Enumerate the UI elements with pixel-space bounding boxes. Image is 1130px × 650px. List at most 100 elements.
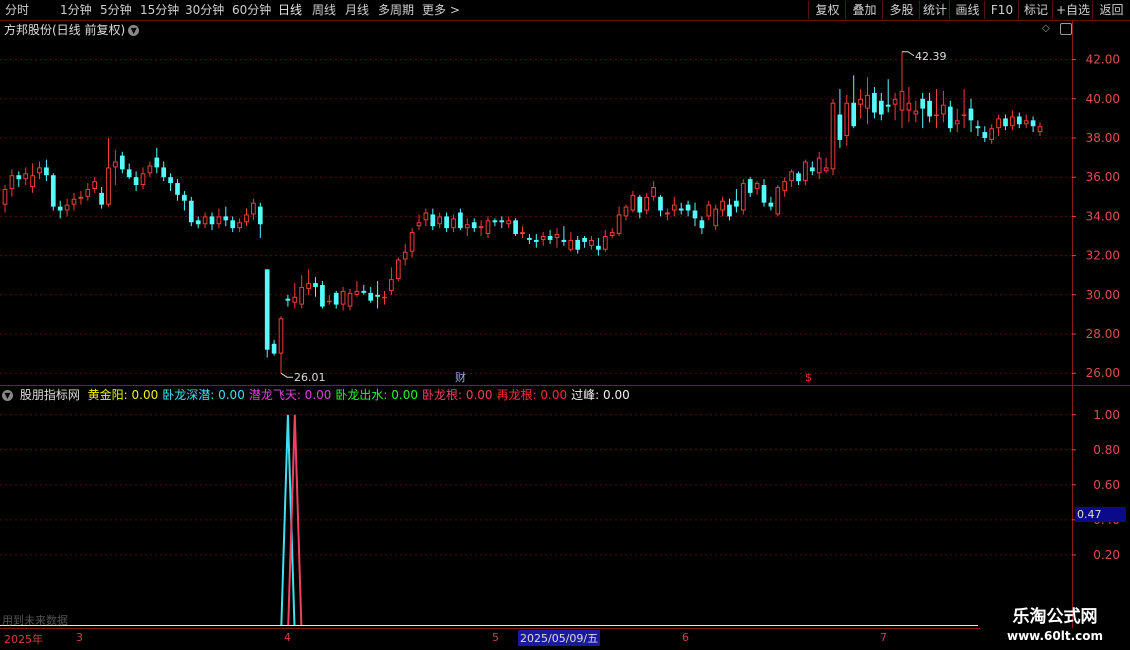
- candle-body: [844, 102, 850, 137]
- indicator-item-0: 黄金阳: 0.00: [87, 388, 159, 402]
- candle-body: [299, 286, 305, 305]
- candle-body: [271, 343, 277, 354]
- candle-body: [92, 181, 98, 189]
- kline-chart[interactable]: 26.00 28.00 30.00 32.00 34.00 36.00 38.00 40.00…: [0, 0, 1130, 650]
- date-axis: 2025年 3 4 5 2025/05/09/五 6 7: [0, 630, 980, 646]
- indicator-item-2: 潜龙飞天: 0.00: [248, 388, 332, 402]
- candle-body: [2, 188, 8, 205]
- candle-body: [1016, 116, 1022, 125]
- candle-body: [430, 214, 436, 227]
- candle-body: [927, 100, 932, 117]
- candle-body: [416, 222, 422, 227]
- candle-body: [409, 232, 415, 252]
- chevron-down-icon[interactable]: ▼: [2, 390, 13, 401]
- candle-body: [195, 220, 201, 225]
- candle-body: [99, 192, 104, 205]
- cursor-date: 2025/05/09/五: [518, 630, 601, 646]
- candle-body: [720, 200, 725, 211]
- candle-body: [223, 216, 229, 221]
- candle-body: [706, 204, 712, 217]
- price-tick-label: 26.00: [1086, 366, 1120, 380]
- candle-body: [161, 167, 167, 178]
- candle-body: [796, 173, 801, 182]
- candle-body: [975, 126, 981, 129]
- candle-body: [941, 104, 946, 115]
- candle-body: [278, 318, 284, 354]
- candle-body: [423, 212, 429, 221]
- candle-body: [885, 104, 891, 107]
- candle-body: [665, 212, 670, 215]
- candle-body: [602, 236, 608, 250]
- price-tick-label: 40.00: [1086, 92, 1120, 106]
- candle-body: [71, 198, 77, 205]
- finance-marker: 财: [455, 370, 466, 384]
- candle-body: [437, 216, 443, 225]
- candle-body: [837, 114, 843, 140]
- candle-body: [527, 237, 532, 240]
- price-tick-label: 36.00: [1086, 170, 1120, 184]
- candle-body: [313, 283, 318, 287]
- candle-body: [775, 187, 781, 215]
- candle-body: [333, 292, 339, 305]
- candle-body: [126, 169, 132, 178]
- candle-body: [589, 239, 594, 246]
- candle-body: [892, 98, 898, 105]
- candle-body: [865, 94, 870, 109]
- indicator-header: ▼ 股朋指标网 黄金阳: 0.00 卧龙深潜: 0.00 潜龙飞天: 0.00 卧龙出…: [2, 387, 638, 403]
- candle-body: [547, 236, 553, 240]
- indicator-item-3: 卧龙出水: 0.00: [335, 388, 418, 402]
- candle-body: [188, 200, 194, 223]
- candle-body: [85, 188, 91, 197]
- candle-body: [982, 132, 988, 138]
- candle-body: [50, 175, 56, 207]
- candle-body: [451, 218, 456, 229]
- candle-body: [464, 224, 470, 229]
- candle-body: [106, 167, 111, 205]
- indicator-tick-label: 0.20: [1093, 548, 1120, 562]
- candle-body: [754, 183, 760, 189]
- candle-body: [230, 220, 236, 229]
- candle-body: [747, 179, 753, 193]
- candle-body: [147, 165, 153, 174]
- candle-body: [713, 208, 719, 227]
- candle-body: [368, 292, 374, 301]
- candle-body: [727, 204, 732, 217]
- price-tick-label: 38.00: [1086, 131, 1120, 145]
- candle-body: [140, 173, 146, 186]
- candle-body: [1003, 118, 1008, 127]
- candle-body: [257, 206, 263, 225]
- candle-body: [671, 204, 677, 211]
- date-label-mar: 3: [76, 631, 83, 644]
- candle-body: [361, 290, 367, 293]
- candle-body: [485, 220, 491, 235]
- candle-body: [816, 157, 822, 174]
- current-value-box: 0.47: [1075, 507, 1126, 522]
- watermark-url: www.60lt.com: [1006, 629, 1104, 643]
- date-label-jun: 6: [682, 631, 689, 644]
- candle-body: [326, 300, 332, 303]
- candle-body: [23, 173, 29, 180]
- candle-body: [9, 175, 15, 189]
- candle-body: [692, 210, 698, 219]
- indicator-tick-label: 0.60: [1093, 478, 1120, 492]
- indicator-item-4: 卧龙根: 0.00: [421, 388, 493, 402]
- candle-body: [734, 200, 739, 207]
- candle-body: [575, 239, 581, 250]
- date-label-may: 5: [492, 631, 499, 644]
- candle-body: [699, 220, 705, 229]
- high-price-label: 42.39: [915, 50, 947, 63]
- candle-body: [395, 259, 401, 280]
- candle-body: [1037, 126, 1043, 133]
- candle-body: [285, 298, 291, 301]
- candle-body: [561, 239, 567, 242]
- dividend-marker: $: [805, 371, 812, 384]
- candle-body: [609, 232, 615, 237]
- candle-body: [30, 175, 35, 188]
- candle-body: [1023, 120, 1029, 125]
- candle-body: [375, 294, 380, 297]
- candle-body: [520, 232, 525, 235]
- candle-body: [320, 285, 325, 307]
- candle-body: [306, 283, 311, 289]
- low-price-label: 26.01: [294, 371, 326, 384]
- price-tick-label: 30.00: [1086, 288, 1120, 302]
